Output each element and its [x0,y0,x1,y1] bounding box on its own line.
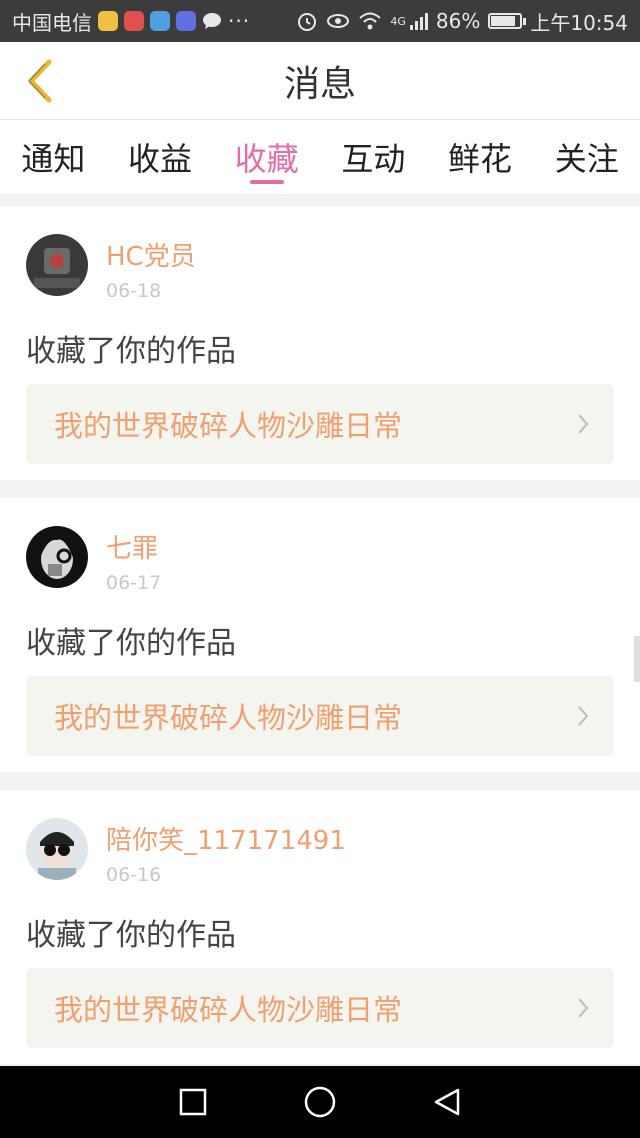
triangle-back-icon [434,1088,459,1116]
tab-notifications[interactable]: 通知 [0,120,107,194]
wifi-icon [359,12,382,30]
list-item: 陪你笑_117171491 06-16 收藏了你的作品 我的世界破碎人物沙雕日常 [0,790,640,1064]
username[interactable]: 陪你笑_117171491 [106,820,346,857]
dark-photo-avatar-icon [26,234,88,296]
home-button[interactable] [298,1080,342,1124]
tab-label: 鲜花 [448,140,513,178]
telegram-icon [150,11,170,31]
work-title: 我的世界破碎人物沙雕日常 [54,409,403,443]
header-bar: 消息 [0,42,640,120]
network-type: 4G [390,14,406,28]
avatar[interactable] [26,526,88,588]
black-white-portrait-avatar-icon [26,526,88,588]
back-button[interactable] [14,56,64,106]
username[interactable]: HC党员 [106,236,196,273]
chevron-right-icon [578,414,589,434]
circle-icon [304,1086,336,1118]
username[interactable]: 七罪 [106,528,158,565]
app-notification-icon [124,11,144,31]
battery-icon [488,13,527,29]
work-title: 我的世界破碎人物沙雕日常 [54,993,403,1027]
action-text: 收藏了你的作品 [26,626,236,661]
tab-label: 收藏 [234,140,299,178]
more-notifications-icon: ··· [228,9,251,33]
tab-label: 收益 [128,140,193,178]
signal-icon [409,12,428,30]
chat-bubble-icon [203,13,221,29]
active-tab-indicator [249,180,284,184]
tab-earnings[interactable]: 收益 [107,120,214,194]
message-date: 06-17 [106,572,162,594]
tab-label: 通知 [21,140,86,178]
message-list: HC党员 06-18 收藏了你的作品 我的世界破碎人物沙雕日常 七罪 06-17… [0,206,640,1082]
system-nav-bar [0,1066,640,1138]
action-text: 收藏了你的作品 [26,334,236,369]
tab-bar: 通知 收益 收藏 互动 鲜花 关注 [0,120,640,194]
tab-flowers[interactable]: 鲜花 [427,120,534,194]
tab-following[interactable]: 关注 [533,120,640,194]
tab-interactions[interactable]: 互动 [320,120,427,194]
list-item: HC党员 06-18 收藏了你的作品 我的世界破碎人物沙雕日常 [0,206,640,480]
avatar[interactable] [26,234,88,296]
message-date: 06-16 [106,864,162,886]
square-icon [180,1088,207,1116]
back-arrow-icon [27,59,52,103]
chevron-right-icon [578,706,589,726]
battery-percent: 86% [435,9,481,33]
clock: 上午10:54 [530,10,628,35]
message-date: 06-18 [106,280,162,302]
glasses-portrait-avatar-icon [26,818,88,880]
work-link[interactable]: 我的世界破碎人物沙雕日常 [26,384,614,464]
recent-apps-button[interactable] [171,1080,215,1124]
work-link[interactable]: 我的世界破碎人物沙雕日常 [26,968,614,1048]
avatar[interactable] [26,818,88,880]
tab-favorites[interactable]: 收藏 [213,120,320,194]
eye-icon [327,14,350,28]
app-notification-icon [98,11,118,31]
carrier-label: 中国电信 [12,10,92,35]
action-text: 收藏了你的作品 [26,918,236,953]
work-title: 我的世界破碎人物沙雕日常 [54,701,403,735]
tab-label: 关注 [554,140,619,178]
system-back-button[interactable] [425,1080,469,1124]
work-link[interactable]: 我的世界破碎人物沙雕日常 [26,676,614,756]
alarm-icon [298,13,317,31]
status-bar: 中国电信 ··· 4G 86% 上午10:54 [0,0,640,42]
chevron-right-icon [578,998,589,1018]
tab-label: 互动 [341,140,406,178]
scrollbar[interactable] [634,636,640,682]
page-title: 消息 [283,63,356,105]
list-item: 七罪 06-17 收藏了你的作品 我的世界破碎人物沙雕日常 [0,498,640,772]
music-icon [176,11,196,31]
